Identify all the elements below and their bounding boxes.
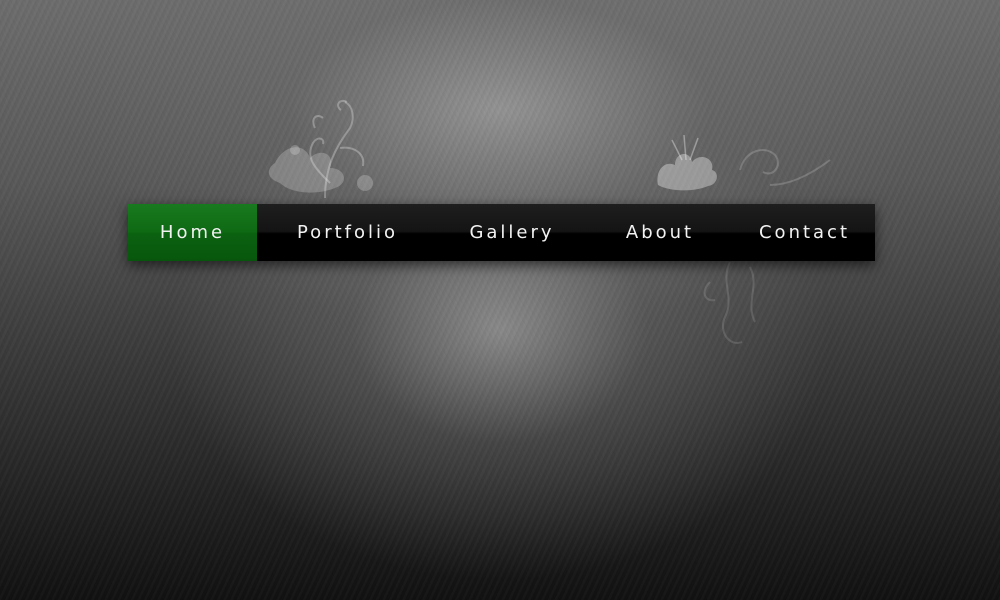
nav-item-home[interactable]: Home: [128, 204, 257, 261]
main-navigation: Home Portfolio Gallery About Contact: [128, 204, 875, 261]
floral-ornament-icon: [268, 100, 373, 199]
nav-item-portfolio[interactable]: Portfolio: [257, 204, 438, 261]
page-background: Home Portfolio Gallery About Contact: [0, 0, 1000, 600]
nav-item-about[interactable]: About: [586, 204, 734, 261]
background-texture: [0, 0, 1000, 600]
swirl-ornament-icon: [703, 262, 756, 344]
nav-item-gallery[interactable]: Gallery: [438, 204, 586, 261]
flower-ornament-icon: [657, 134, 717, 191]
nav-item-contact[interactable]: Contact: [734, 204, 875, 261]
swirl-ornament-icon: [739, 149, 831, 186]
